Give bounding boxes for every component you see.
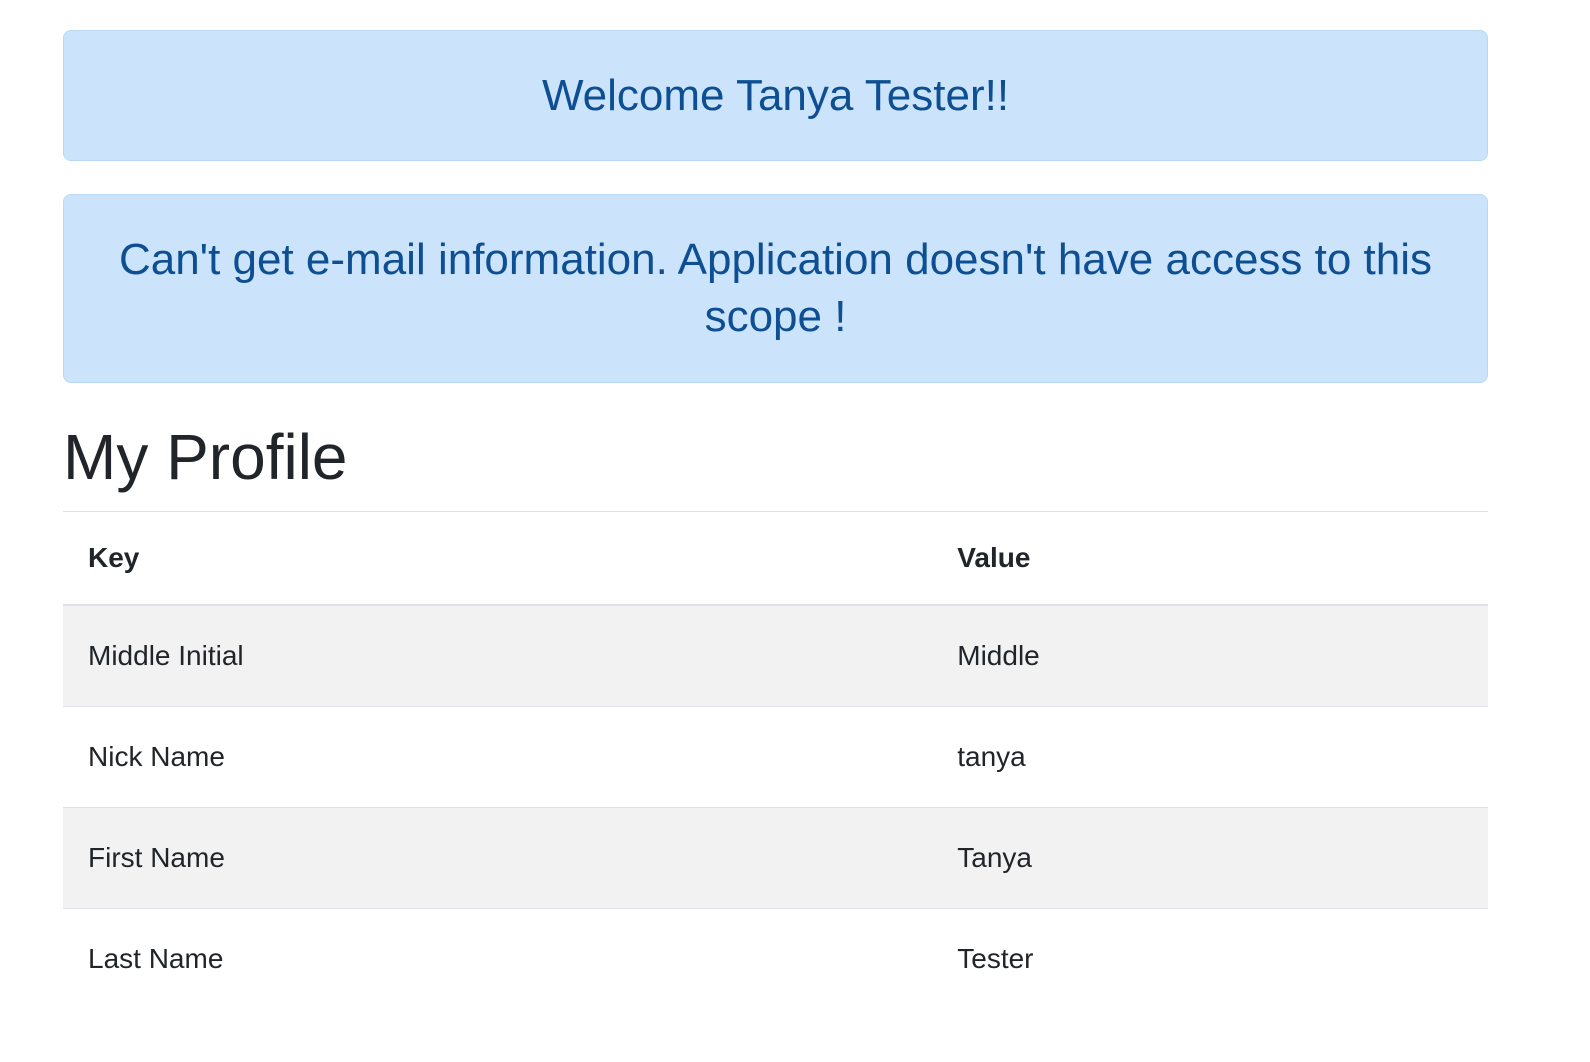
profile-value-cell: Tester — [932, 909, 1488, 1010]
profile-key-cell: Middle Initial — [63, 605, 932, 707]
profile-table-body: Middle Initial Middle Nick Name tanya Fi… — [63, 605, 1488, 1009]
profile-value-cell: tanya — [932, 707, 1488, 808]
page-title: My Profile — [63, 419, 1488, 496]
profile-value-cell: Tanya — [932, 808, 1488, 909]
table-row: Last Name Tester — [63, 909, 1488, 1010]
table-row: Middle Initial Middle — [63, 605, 1488, 707]
header-row: Key Value — [63, 512, 1488, 606]
profile-key-cell: Last Name — [63, 909, 932, 1010]
table-row: First Name Tanya — [63, 808, 1488, 909]
column-header-key: Key — [63, 512, 932, 606]
profile-key-cell: First Name — [63, 808, 932, 909]
profile-value-cell: Middle — [932, 605, 1488, 707]
welcome-banner: Welcome Tanya Tester!! — [63, 30, 1488, 161]
email-scope-warning-banner: Can't get e-mail information. Applicatio… — [63, 194, 1488, 382]
profile-table: Key Value Middle Initial Middle Nick Nam… — [63, 511, 1488, 1009]
column-header-value: Value — [932, 512, 1488, 606]
page-container: Welcome Tanya Tester!! Can't get e-mail … — [63, 0, 1488, 1009]
profile-table-header: Key Value — [63, 512, 1488, 606]
table-row: Nick Name tanya — [63, 707, 1488, 808]
profile-key-cell: Nick Name — [63, 707, 932, 808]
